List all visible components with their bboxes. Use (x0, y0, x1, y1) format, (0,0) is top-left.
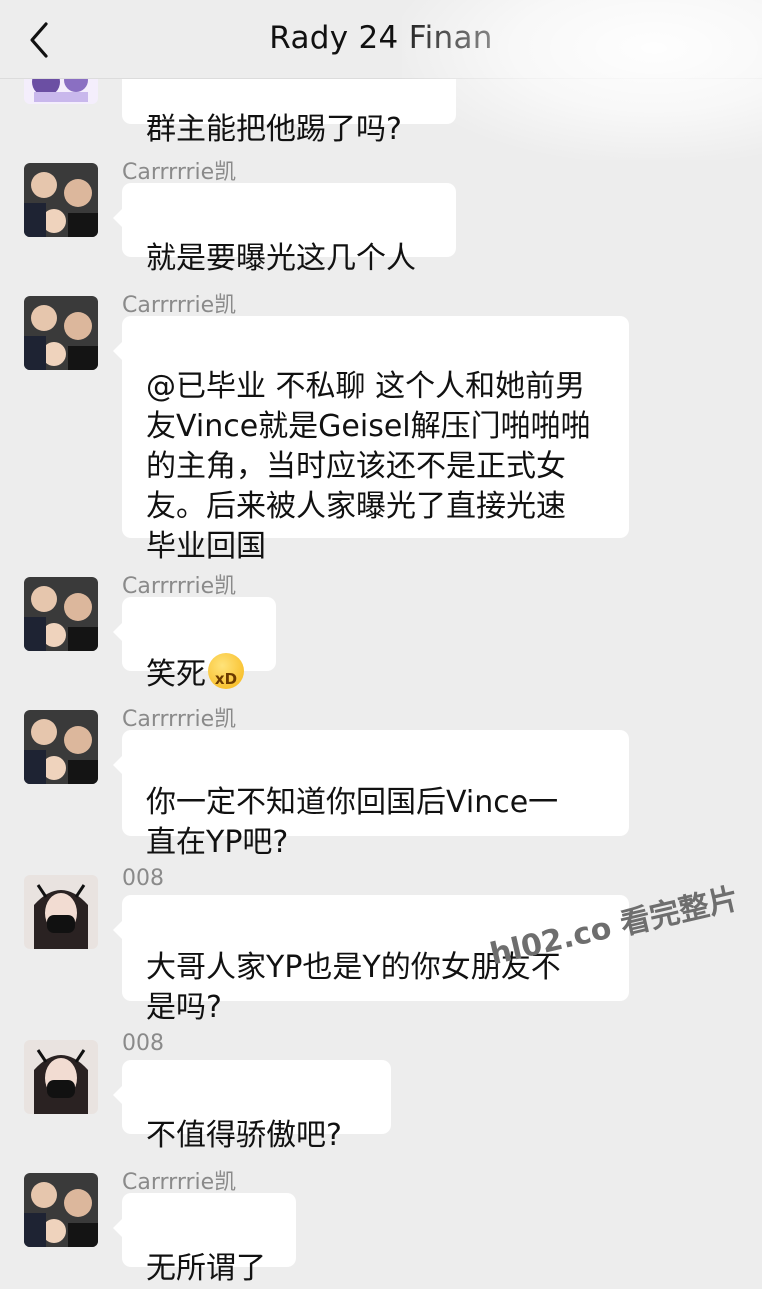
message-bubble[interactable]: 笑死 (113, 597, 276, 699)
message-text: 不值得骄傲吧? (146, 1118, 342, 1153)
message-bubble[interactable]: @已毕业 不私聊 这个人和她前男 友Vince就是Geisel解压门啪啪啪 的主… (113, 316, 629, 564)
sender-name: 008 (122, 866, 164, 891)
sender-name: Carrrrrie凯 (122, 293, 237, 318)
message-bubble[interactable]: 不值得骄傲吧? (113, 1060, 391, 1153)
message-bubble[interactable]: 无所谓了 (113, 1193, 296, 1286)
group-photo-avatar[interactable] (24, 296, 98, 370)
sender-name: Carrrrrie凯 (122, 1170, 237, 1195)
message-text: 笑死 (146, 657, 206, 692)
message-bubble[interactable]: 就是要曝光这几个人 (113, 183, 456, 276)
sender-name: 008 (122, 1031, 164, 1056)
sender-name: Carrrrrie凯 (122, 707, 237, 732)
laughing-emoji-icon (208, 653, 244, 699)
group-photo-avatar[interactable] (24, 1173, 98, 1247)
chat-title: Rady 24 Finan (269, 20, 493, 56)
sender-name: Carrrrrie凯 (122, 160, 237, 185)
message-text: 群主能把他踢了吗? (146, 112, 402, 147)
masked-girl-avatar[interactable] (24, 1040, 98, 1114)
message-text: 你一定不知道你回国后Vince一 直在YP吧? (146, 785, 559, 860)
group-photo-avatar[interactable] (24, 710, 98, 784)
group-photo-avatar[interactable] (24, 163, 98, 237)
message-text: 就是要曝光这几个人 (146, 241, 416, 276)
message-text: @已毕业 不私聊 这个人和她前男 友Vince就是Geisel解压门啪啪啪 的主… (146, 369, 591, 564)
masked-girl-avatar[interactable] (24, 875, 98, 949)
chat-header: Rady 24 Finan (0, 0, 762, 79)
sender-name: Carrrrrie凯 (122, 574, 237, 599)
message-text: 无所谓了 (146, 1251, 266, 1286)
message-bubble[interactable]: 你一定不知道你回国后Vince一 直在YP吧? (113, 730, 629, 860)
group-photo-avatar[interactable] (24, 577, 98, 651)
